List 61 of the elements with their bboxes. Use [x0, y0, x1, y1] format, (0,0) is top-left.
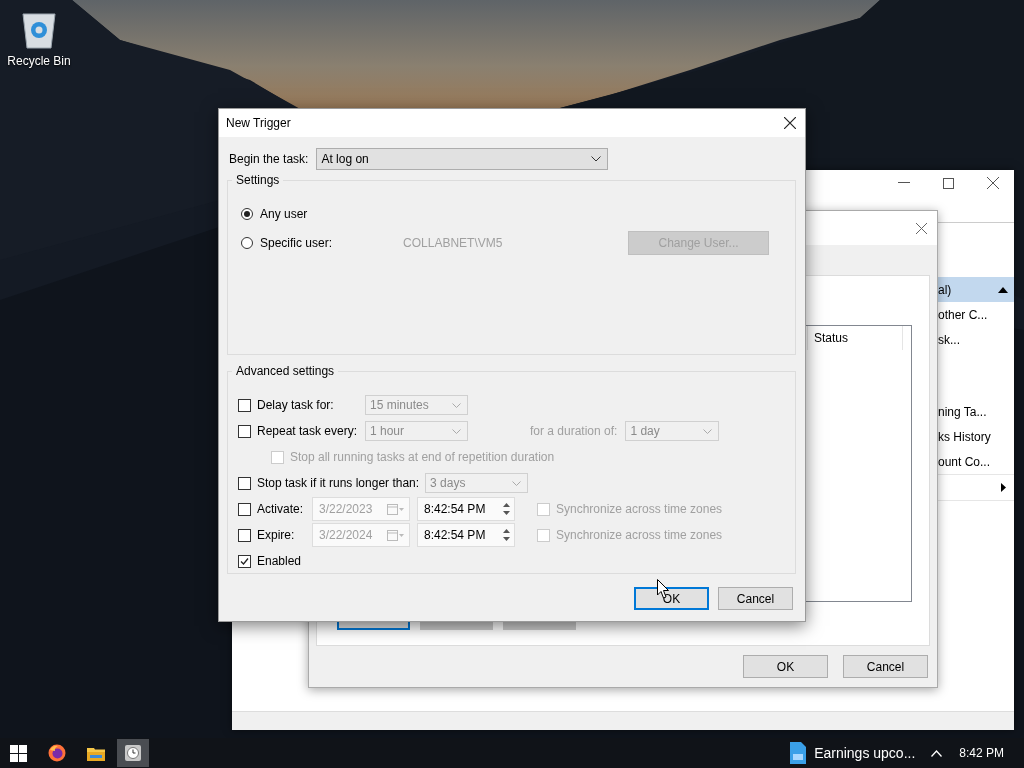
- time-field[interactable]: 8:42:54 PM: [417, 497, 515, 521]
- time-field[interactable]: 8:42:54 PM: [417, 523, 515, 547]
- trigger-dropdown[interactable]: At log on: [316, 148, 609, 170]
- ok-button[interactable]: OK: [743, 655, 828, 678]
- option-label[interactable]: Stop task if it runs longer than:: [257, 476, 420, 490]
- minimize-icon[interactable]: [898, 182, 910, 184]
- taskbar-button[interactable]: [117, 739, 149, 767]
- action-item[interactable]: ning Ta...: [938, 399, 1014, 424]
- option-label[interactable]: Repeat task every:: [257, 424, 359, 438]
- document-icon[interactable]: [790, 742, 807, 764]
- field-label: Begin the task:: [229, 152, 309, 166]
- close-icon[interactable]: [987, 177, 999, 189]
- cancel-button[interactable]: Cancel: [718, 587, 793, 610]
- caret-icon: [703, 428, 713, 434]
- option-label[interactable]: Specific user:: [260, 235, 333, 250]
- submenu-arrow-icon[interactable]: [1001, 483, 1006, 492]
- windows-start-icon[interactable]: [10, 744, 27, 762]
- caret-icon: [452, 402, 461, 408]
- caret-icon: [452, 428, 461, 434]
- window-title: New Trigger: [226, 116, 291, 130]
- field-label: for a duration of:: [530, 424, 618, 438]
- action-item[interactable]: other C...: [938, 302, 1014, 327]
- group-title: Settings: [235, 173, 281, 187]
- close-icon[interactable]: [784, 117, 796, 129]
- option-label[interactable]: Enabled: [257, 554, 302, 568]
- actions-header[interactable]: al): [938, 277, 1014, 302]
- calendar-icon: [387, 503, 405, 515]
- checkbox[interactable]: [238, 554, 251, 568]
- action-item[interactable]: ks History: [938, 424, 1014, 449]
- ok-button[interactable]: OK: [634, 587, 709, 610]
- option-label[interactable]: Any user: [260, 206, 308, 221]
- caret-icon: [512, 480, 522, 486]
- action-item[interactable]: sk...: [938, 327, 1014, 352]
- radio-button[interactable]: [241, 207, 253, 220]
- radio-button[interactable]: [241, 236, 253, 249]
- group-title: Advanced settings: [235, 364, 336, 378]
- checkbox[interactable]: [238, 502, 251, 516]
- folder-icon[interactable]: [87, 745, 105, 761]
- option-label[interactable]: Delay task for:: [257, 398, 359, 412]
- checkbox[interactable]: [238, 528, 251, 542]
- maximize-icon[interactable]: [943, 177, 954, 189]
- option-label[interactable]: Activate:: [257, 502, 306, 516]
- browser-icon[interactable]: [48, 744, 66, 762]
- chevron-up-icon[interactable]: [931, 749, 943, 757]
- user-name: COLLABNET\VM5: [403, 235, 504, 250]
- caret-icon: [591, 156, 602, 162]
- collapse-icon[interactable]: [998, 286, 1008, 293]
- clock-text[interactable]: 8:42 PM: [959, 746, 1004, 760]
- cancel-button[interactable]: Cancel: [843, 655, 928, 678]
- option-label[interactable]: Expire:: [257, 528, 306, 542]
- spin-icon: [503, 528, 510, 542]
- action-item[interactable]: ount Co...: [938, 449, 1014, 474]
- desktop-icon-label[interactable]: Recycle Bin: [7, 54, 71, 68]
- clock-icon: [125, 745, 141, 761]
- column-header[interactable]: Status: [808, 326, 903, 350]
- checkbox[interactable]: [238, 424, 251, 438]
- calendar-icon: [387, 529, 405, 541]
- news-widget-text[interactable]: Earnings upco...: [814, 745, 916, 761]
- checkbox[interactable]: [238, 476, 251, 490]
- spin-icon: [503, 502, 510, 516]
- checkbox[interactable]: [238, 398, 251, 412]
